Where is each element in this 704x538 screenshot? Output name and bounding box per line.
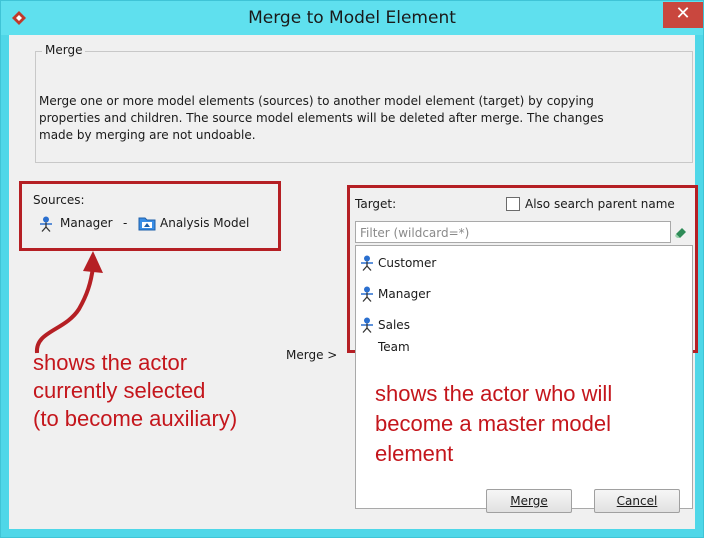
target-annotation: shows the actor who will become a master…	[375, 379, 612, 469]
merge-description-line: made by merging are not undoable.	[39, 128, 256, 142]
target-list[interactable]: Customer Manager Sales Team	[355, 245, 693, 509]
list-item-label: Sales Team	[378, 318, 410, 354]
close-icon[interactable]: ✕	[675, 3, 690, 24]
cancel-button[interactable]: Cancel	[594, 489, 680, 513]
merge-description: Merge one or more model elements (source…	[39, 93, 679, 144]
merge-description-line: Merge one or more model elements (source…	[39, 94, 594, 108]
merge-button[interactable]: Merge	[486, 489, 572, 513]
sources-highlight-box	[19, 181, 281, 251]
merge-direction-label: Merge >	[286, 348, 338, 362]
sources-annotation: shows the actor currently selected (to b…	[33, 349, 237, 433]
actor-icon	[361, 286, 373, 302]
annotation-line: currently selected	[33, 378, 206, 403]
annotation-line: shows the actor who will	[375, 381, 613, 406]
annotation-line: shows the actor	[33, 350, 188, 375]
dialog-window: Merge to Model Element ✕ Merge Merge one…	[0, 0, 704, 538]
dialog-title: Merge to Model Element	[248, 8, 456, 28]
clear-filter-icon[interactable]	[674, 225, 688, 239]
close-button[interactable]: ✕	[663, 2, 703, 28]
dialog-body: Merge Merge one or more model elements (…	[9, 35, 698, 529]
target-label: Target:	[355, 197, 397, 211]
annotation-line: (to become auxiliary)	[33, 406, 238, 431]
merge-group-legend: Merge	[42, 43, 86, 57]
also-search-parent-checkbox[interactable]	[506, 197, 520, 211]
merge-description-line: properties and children. The source mode…	[39, 111, 604, 125]
list-item-label: Manager	[378, 287, 431, 301]
annotation-arrow-icon	[34, 251, 103, 354]
also-search-parent-label[interactable]: Also search parent name	[525, 197, 675, 211]
annotation-line: element	[375, 441, 454, 466]
filter-input[interactable]: Filter (wildcard=*)	[355, 221, 671, 243]
list-item-label: Customer	[378, 256, 437, 270]
actor-icon	[361, 317, 373, 333]
actor-icon	[361, 255, 373, 271]
annotation-line: become a master model	[375, 411, 611, 436]
title-bar[interactable]: Merge to Model Element ✕	[1, 1, 703, 35]
